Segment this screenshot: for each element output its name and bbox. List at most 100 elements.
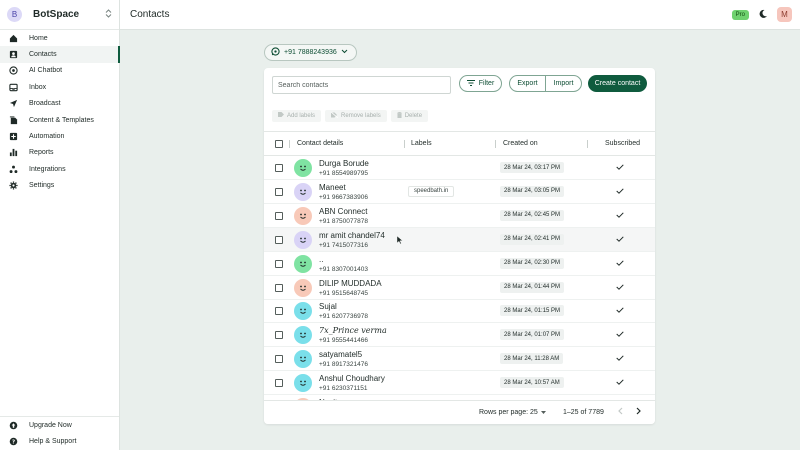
previous-page-button[interactable] <box>615 407 625 417</box>
table-row[interactable]: Sujal +91 6207736978 28 Mar 24, 01:15 PM <box>264 299 655 324</box>
contact-name[interactable]: Anshul Choudhary <box>319 374 385 383</box>
sidebar-item-home[interactable]: Home <box>0 30 119 46</box>
row-checkbox[interactable] <box>275 331 283 340</box>
column-created-on: Created on <box>503 140 538 147</box>
chatbot-icon <box>8 66 18 76</box>
row-checkbox[interactable] <box>275 235 283 244</box>
broadcast-icon <box>8 99 18 109</box>
row-checkbox[interactable] <box>275 355 283 364</box>
search-input[interactable] <box>272 76 451 94</box>
sidebar-item-content-templates[interactable]: Content & Templates <box>0 112 119 128</box>
next-page-button[interactable] <box>633 407 643 417</box>
row-checkbox[interactable] <box>275 283 283 292</box>
table-row[interactable]: satyamatel5 +91 8917321476 28 Mar 24, 11:2… <box>264 347 655 372</box>
export-button[interactable]: Export <box>509 75 546 92</box>
add-labels-button[interactable]: Add labels <box>272 110 322 122</box>
sidebar-item-label: Upgrade Now <box>29 421 72 429</box>
contact-name[interactable]: satyamatel5 <box>319 350 362 359</box>
plan-badge: Pro <box>731 9 749 20</box>
row-checkbox[interactable] <box>275 259 283 268</box>
sidebar-item-ai-chatbot[interactable]: AI Chatbot <box>0 63 119 79</box>
row-checkbox[interactable] <box>275 379 283 388</box>
user-avatar[interactable]: M <box>777 7 792 22</box>
check-icon <box>616 305 624 315</box>
contact-phone: +91 8554989795 <box>319 170 368 177</box>
remove-labels-button[interactable]: Remove labels <box>325 110 387 122</box>
contact-avatar <box>294 326 312 345</box>
rows-per-page-select[interactable]: 25 <box>530 409 546 416</box>
contact-avatar <box>294 254 312 273</box>
contact-name[interactable]: Sujal <box>319 302 337 311</box>
create-contact-button[interactable]: Create contact <box>588 75 647 92</box>
trash-icon <box>396 111 402 120</box>
top-bar: Contacts Pro M <box>120 0 800 30</box>
contact-phone: +91 6230371151 <box>319 385 368 393</box>
created-on-chip: 28 Mar 24, 01:44 PM <box>500 281 565 293</box>
sidebar-item-label: Help & Support <box>29 438 77 446</box>
sidebar-item-label: Automation <box>29 133 65 141</box>
pagination-range: 1–25 of 7789 <box>563 409 604 416</box>
sidebar-item-inbox[interactable]: Inbox <box>0 79 119 95</box>
sidebar-item-integrations[interactable]: Integrations <box>0 161 119 177</box>
sidebar-item-contacts[interactable]: Contacts <box>0 46 120 64</box>
table-row[interactable]: .. +91 8307001403 28 Mar 24, 02:30 PM <box>264 252 655 276</box>
row-checkbox[interactable] <box>275 164 283 172</box>
contact-name[interactable]: Maneet <box>319 183 346 192</box>
contact-name[interactable]: mr amit chandel74 <box>319 231 385 240</box>
contact-name[interactable]: DILIP MUDDADA <box>319 279 382 288</box>
reports-icon <box>8 148 18 158</box>
filter-button[interactable]: Filter <box>459 75 502 92</box>
contact-name[interactable]: Durga Borude <box>319 159 369 168</box>
table-row[interactable]: Durga Borude +91 8554989795 28 Mar 24, 03:… <box>264 156 655 180</box>
table-row[interactable]: DILIP MUDDADA +91 9515648745 28 Mar 24, 01… <box>264 276 655 300</box>
contact-avatar <box>294 182 312 201</box>
contacts-icon <box>8 50 18 60</box>
created-on-chip: 28 Mar 24, 03:17 PM <box>500 162 565 173</box>
select-all-checkbox[interactable] <box>275 139 283 148</box>
contact-name[interactable]: .. <box>319 255 323 264</box>
contact-phone: +91 9555441466 <box>319 337 368 345</box>
sidebar-item-label: Settings <box>29 182 55 190</box>
remove-labels-label: Remove labels <box>341 113 381 119</box>
workspace-switcher[interactable]: B BotSpace <box>0 0 119 30</box>
delete-button[interactable]: Delete <box>390 110 429 122</box>
contact-name[interactable]: 7x_Prince verma <box>319 326 387 335</box>
check-icon <box>616 377 624 387</box>
contact-name[interactable]: ABN Connect <box>319 207 367 216</box>
integrations-icon <box>8 164 18 174</box>
contact-avatar <box>294 350 312 369</box>
sidebar-item-reports[interactable]: Reports <box>0 145 119 161</box>
import-button[interactable]: Import <box>545 75 582 92</box>
tag-off-icon <box>330 111 339 120</box>
sidebar-item-automation[interactable]: Automation <box>0 128 119 144</box>
table-row[interactable]: mr amit chandel74 +91 7415077316 28 Mar 24… <box>264 227 655 252</box>
sidebar-item-upgrade-now[interactable]: Upgrade Now <box>0 417 119 433</box>
table-row[interactable]: 7x_Prince verma +91 9555441466 28 Mar 24, … <box>264 323 655 348</box>
table-row[interactable]: Anshul Choudhary +91 6230371151 28 Mar 24,… <box>264 371 655 396</box>
dark-mode-icon[interactable] <box>758 9 768 21</box>
gear-icon <box>8 181 18 191</box>
pagination: Rows per page: 25 1–25 of 7789 <box>264 400 655 424</box>
table-row[interactable]: Maneet +91 9667383906 speedbath.in 28 Mar 2… <box>264 180 655 204</box>
table-row[interactable]: ABN Connect +91 8750077878 28 Mar 24, 02:4… <box>264 204 655 228</box>
table-header: Contact details Labels Created on Subscr… <box>264 131 655 156</box>
sidebar-item-broadcast[interactable]: Broadcast <box>0 96 119 112</box>
check-icon <box>616 210 624 220</box>
sidebar-item-help-support[interactable]: ? Help & Support <box>0 434 119 450</box>
contacts-card: Filter Export Import Create contact Add … <box>264 68 655 424</box>
contact-avatar <box>294 374 312 393</box>
rows-per-page-label: Rows per page: <box>479 409 529 416</box>
column-subscribed: Subscribed <box>605 140 641 147</box>
bulk-actions: Add labels Remove labels Delete <box>272 110 429 122</box>
row-checkbox[interactable] <box>275 307 283 316</box>
filter-icon <box>466 79 475 88</box>
upgrade-icon <box>8 420 18 430</box>
chevron-up-down-icon[interactable] <box>105 9 112 20</box>
label-chip[interactable]: speedbath.in <box>408 185 455 197</box>
row-checkbox[interactable] <box>275 187 283 196</box>
row-checkbox[interactable] <box>275 211 283 220</box>
contact-phone: +91 8750077878 <box>319 217 368 225</box>
sidebar-item-settings[interactable]: Settings <box>0 178 119 194</box>
select-all-checkbox-cell[interactable] <box>275 132 283 155</box>
whatsapp-number-selector[interactable]: +91 7888243936 <box>264 44 357 61</box>
